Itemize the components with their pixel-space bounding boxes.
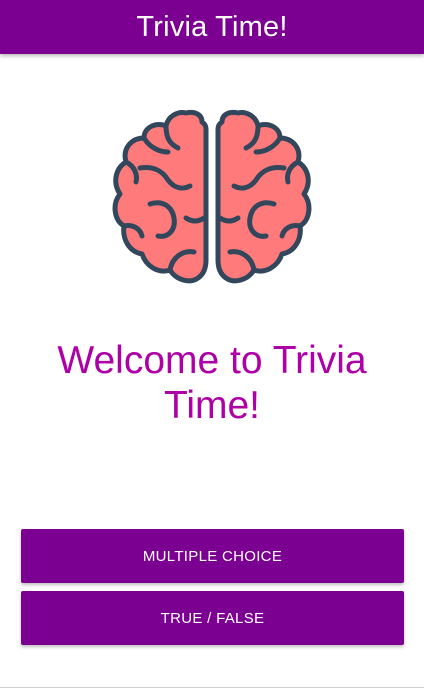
multiple-choice-button[interactable]: MULTIPLE CHOICE xyxy=(21,529,404,583)
brain-icon xyxy=(112,109,312,284)
true-false-button[interactable]: TRUE / FALSE xyxy=(21,591,404,645)
app-title: Trivia Time! xyxy=(136,10,288,43)
welcome-heading: Welcome to Trivia Time! xyxy=(57,339,367,427)
app-bar: Trivia Time! xyxy=(0,0,424,54)
trivia-app: Trivia Time! Welcome to Trivia Time! MUL… xyxy=(0,0,424,688)
